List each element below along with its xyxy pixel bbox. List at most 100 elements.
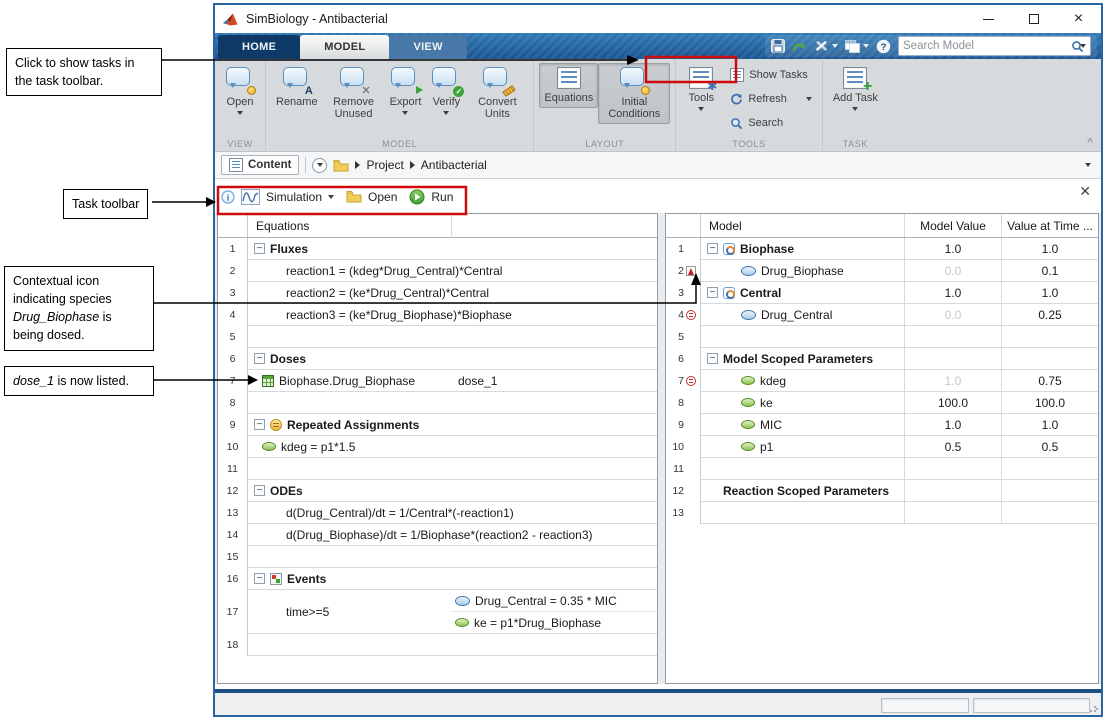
open-task-label[interactable]: Open <box>368 190 397 204</box>
simulation-task-label[interactable]: Simulation <box>266 190 322 204</box>
status-field <box>881 698 969 713</box>
svg-text:?: ? <box>881 42 887 53</box>
equation-row[interactable]: 17 time>=5 Drug_Central = 0.35 * MIC ke = p… <box>218 590 657 634</box>
open-button[interactable]: Open <box>220 63 260 119</box>
layout-dropdown-caret[interactable] <box>863 44 869 48</box>
ribbon-group-layout: Equations Initial Conditions LAYOUT <box>534 59 677 151</box>
model-row[interactable]: 8 ke 100.0 100.0 <box>666 392 1098 414</box>
run-icon[interactable] <box>409 189 425 205</box>
tools-button[interactable]: Tools <box>681 63 721 115</box>
undo-icon[interactable] <box>792 40 807 53</box>
resize-grip[interactable] <box>1089 703 1098 712</box>
remove-unused-button[interactable]: ✕ Remove Unused <box>323 63 385 124</box>
model-value-cell: 1.0 <box>904 414 1001 436</box>
equation-row[interactable]: 2 reaction1 = (kdeg*Drug_Central)*Central <box>218 260 657 282</box>
simulation-dropdown-caret[interactable] <box>328 194 335 199</box>
equations-toggle-button[interactable]: Equations <box>539 63 599 108</box>
tools-dropdown-caret[interactable] <box>832 44 838 48</box>
rename-button[interactable]: A Rename <box>271 63 323 112</box>
breadcrumb-project[interactable]: Project <box>366 158 403 172</box>
parameter-icon <box>741 398 755 407</box>
collapse-toggle[interactable]: − <box>254 243 265 254</box>
model-row[interactable]: 9 MIC 1.0 1.0 <box>666 414 1098 436</box>
equation-row[interactable]: 11 <box>218 458 657 480</box>
row-number: 2 <box>218 260 248 282</box>
search-input[interactable] <box>903 40 1071 52</box>
model-value-cell: 1.0 <box>904 282 1001 304</box>
model-row[interactable]: 11 <box>666 458 1098 480</box>
ribbon-search-button[interactable]: Search <box>725 111 817 135</box>
equation-row[interactable]: 4 reaction3 = (ke*Drug_Biophase)*Biophase <box>218 304 657 326</box>
model-row[interactable]: 7 kdeg 1.0 0.75 <box>666 370 1098 392</box>
model-row[interactable]: 12 Reaction Scoped Parameters <box>666 480 1098 502</box>
model-row[interactable]: 4 Drug_Central 0.0 0.25 <box>666 304 1098 326</box>
equations-header-label[interactable]: Equations <box>248 214 309 237</box>
equation-row[interactable]: 7 Biophase.Drug_Biophase dose_1 <box>218 370 657 392</box>
initial-conditions-toggle-button[interactable]: Initial Conditions <box>598 63 671 124</box>
model-row[interactable]: 1 − Biophase 1.0 1.0 <box>666 238 1098 260</box>
search-scope-caret[interactable] <box>1080 44 1086 48</box>
row-gutter: 7 <box>666 370 701 392</box>
save-icon[interactable] <box>771 39 785 53</box>
equation-row[interactable]: 18 <box>218 634 657 656</box>
row-number: 1 <box>218 238 248 260</box>
equation-row[interactable]: 9− Repeated Assignments <box>218 414 657 436</box>
equation-row[interactable]: 16− Events <box>218 568 657 590</box>
run-task-label[interactable]: Run <box>431 190 453 204</box>
model-row[interactable]: 3 − Central 1.0 1.0 <box>666 282 1098 304</box>
refresh-button[interactable]: Refresh <box>725 87 817 111</box>
show-tasks-button[interactable]: Show Tasks <box>725 63 817 87</box>
maximize-button[interactable] <box>1011 5 1056 33</box>
content-button[interactable]: Content <box>221 155 300 175</box>
minimize-button[interactable] <box>966 5 1011 33</box>
equation-row[interactable]: 1− Fluxes <box>218 238 657 260</box>
breadcrumb-history-dropdown[interactable] <box>312 157 328 173</box>
collapse-toggle[interactable]: − <box>707 353 718 364</box>
preferences-tools-icon[interactable] <box>814 39 829 53</box>
model-value-column-header[interactable]: Model Value <box>904 214 1001 237</box>
model-value-cell: 1.0 <box>904 238 1001 260</box>
model-row[interactable]: 5 <box>666 326 1098 348</box>
collapse-toggle[interactable]: − <box>254 353 265 364</box>
help-icon[interactable]: ? <box>876 39 891 54</box>
layout-window-icon[interactable] <box>845 39 860 53</box>
row-gutter: 11 <box>666 458 701 480</box>
equation-row[interactable]: 15 <box>218 546 657 568</box>
equation-row[interactable]: 13 d(Drug_Central)/dt = 1/Central*(-react… <box>218 502 657 524</box>
convert-units-button[interactable]: Convert Units <box>466 63 528 124</box>
collapse-toggle[interactable]: − <box>254 485 265 496</box>
breadcrumb-antibacterial[interactable]: Antibacterial <box>421 158 487 172</box>
export-button[interactable]: Export <box>385 63 427 119</box>
tab-view[interactable]: VIEW <box>389 35 467 59</box>
breadcrumb-dropdown-caret[interactable] <box>1085 163 1091 167</box>
equation-row[interactable]: 12− ODEs <box>218 480 657 502</box>
collapse-ribbon-icon[interactable]: ^ <box>1087 137 1093 148</box>
collapse-toggle[interactable]: − <box>254 419 265 430</box>
tab-home[interactable]: HOME <box>218 35 301 59</box>
equation-row[interactable]: 14 d(Drug_Biophase)/dt = 1/Biophase*(reac… <box>218 524 657 546</box>
equation-row[interactable]: 5 <box>218 326 657 348</box>
collapse-toggle[interactable]: − <box>707 287 718 298</box>
equation-row[interactable]: 10 kdeg = p1*1.5 <box>218 436 657 458</box>
value-at-time-column-header[interactable]: Value at Time ... <box>1001 214 1098 237</box>
collapse-toggle[interactable]: − <box>707 243 718 254</box>
model-row[interactable]: 2 Drug_Biophase 0.0 0.1 <box>666 260 1098 282</box>
close-button[interactable]: × <box>1056 5 1101 33</box>
equation-row[interactable]: 6− Doses <box>218 348 657 370</box>
add-task-button[interactable]: Add Task <box>828 63 883 115</box>
model-row[interactable]: 13 <box>666 502 1098 524</box>
open-task-folder-icon[interactable] <box>346 190 362 203</box>
collapse-toggle[interactable]: − <box>254 573 265 584</box>
info-icon[interactable]: i <box>221 189 235 204</box>
content-area: Equations 1− Fluxes 2 reaction1 = (kdeg*Dru… <box>215 213 1101 684</box>
tab-model[interactable]: MODEL <box>300 35 390 59</box>
model-row[interactable]: 6 − Model Scoped Parameters <box>666 348 1098 370</box>
equation-row[interactable]: 3 reaction2 = (ke*Drug_Central)*Central <box>218 282 657 304</box>
simulation-task-icon[interactable] <box>241 188 260 205</box>
equation-row[interactable]: 8 <box>218 392 657 414</box>
maximize-icon <box>1028 14 1039 24</box>
model-column-header[interactable]: Model <box>701 214 904 237</box>
close-task-toolbar-icon[interactable]: ✕ <box>1079 184 1091 198</box>
verify-button[interactable]: ✓ Verify <box>426 63 466 119</box>
model-row[interactable]: 10 p1 0.5 0.5 <box>666 436 1098 458</box>
